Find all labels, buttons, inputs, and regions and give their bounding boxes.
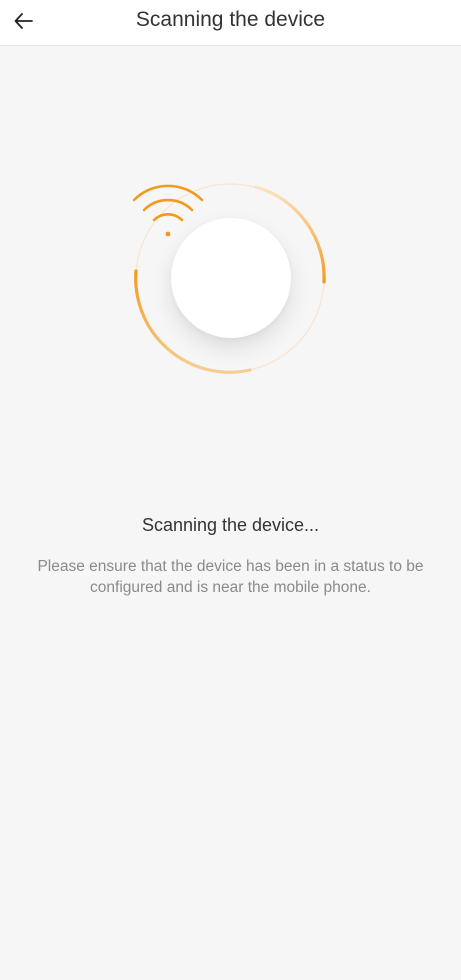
page-title: Scanning the device <box>135 8 326 31</box>
status-description-line: configured and is near the mobile phone. <box>90 579 371 596</box>
scanning-screen: Scanning the device Scanning the device.… <box>0 0 461 980</box>
header-bar: Scanning the device <box>0 0 461 46</box>
status-description: Please ensure that the device has been i… <box>0 556 461 598</box>
wifi-icon <box>132 184 204 237</box>
scan-animation <box>131 182 331 382</box>
status-title: Scanning the device... <box>141 515 320 535</box>
status-description-line: Please ensure that the device has been i… <box>37 558 424 575</box>
